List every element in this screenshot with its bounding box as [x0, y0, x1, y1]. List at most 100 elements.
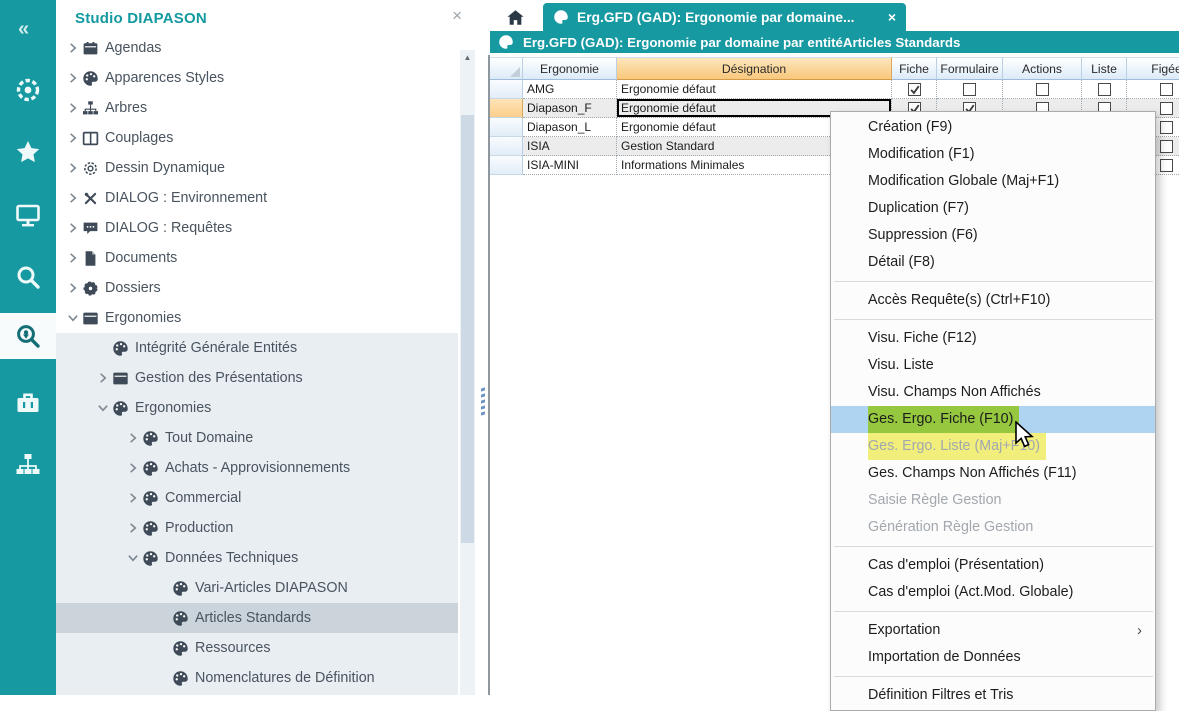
rail-item-favorites[interactable]	[0, 132, 56, 172]
cell-ergonomie[interactable]: ISIA-MINI	[523, 156, 617, 175]
rail-item-screens[interactable]	[0, 195, 56, 235]
tree-item-tout-domaine[interactable]: Tout Domaine	[56, 423, 458, 453]
rail-item-apparences[interactable]	[0, 70, 56, 110]
menu-item-modification-f1[interactable]: Modification (F1)	[831, 141, 1155, 168]
checkbox-unchecked-icon[interactable]	[1160, 159, 1173, 172]
row-header-cell[interactable]	[490, 118, 523, 137]
menu-item-acc-s-requ-te-s-ctrl-f10[interactable]: Accès Requête(s) (Ctrl+F10)	[831, 287, 1155, 314]
menu-item-d-finition-filtres-et-tris[interactable]: Définition Filtres et Tris	[831, 682, 1155, 709]
chevron-down-icon[interactable]	[94, 400, 112, 416]
menu-item-exportation[interactable]: Exportation›	[831, 617, 1155, 644]
close-icon[interactable]: ×	[452, 6, 462, 26]
tab-ergonomie-document[interactable]: Erg.GFD (GAD): Ergonomie par domaine... …	[543, 3, 906, 31]
checkbox-checked-icon[interactable]	[908, 83, 921, 96]
tree-item-production[interactable]: Production	[56, 513, 458, 543]
menu-item-suppression-f6[interactable]: Suppression (F6)	[831, 222, 1155, 249]
select-all-corner-cell[interactable]	[490, 57, 523, 80]
menu-item-modification-globale-maj-f1[interactable]: Modification Globale (Maj+F1)	[831, 168, 1155, 195]
chevron-right-icon[interactable]	[64, 250, 82, 266]
checkbox-unchecked-icon[interactable]	[1160, 83, 1173, 96]
menu-item-visu-champs-non-affich-s[interactable]: Visu. Champs Non Affichés	[831, 379, 1155, 406]
panel-splitter[interactable]	[478, 55, 490, 695]
rail-item-explorer[interactable]	[0, 313, 56, 359]
row-header-cell[interactable]	[490, 99, 523, 118]
chevron-down-icon[interactable]	[64, 310, 82, 326]
column-header-désignation[interactable]: Désignation	[617, 57, 892, 80]
menu-item-importation-de-donn-es[interactable]: Importation de Données	[831, 644, 1155, 671]
chevron-right-icon[interactable]	[64, 160, 82, 176]
row-header-cell[interactable]	[490, 156, 523, 175]
column-header-liste[interactable]: Liste	[1082, 57, 1127, 80]
chevron-right-icon[interactable]	[124, 460, 142, 476]
menu-item-d-tail-f8[interactable]: Détail (F8)	[831, 249, 1155, 276]
tree-item-int-grit-g-n-rale-entit-s[interactable]: Intégrité Générale Entités	[56, 333, 458, 363]
menu-item-cr-ation-f9[interactable]: Création (F9)	[831, 114, 1155, 141]
column-header-formulaire[interactable]: Formulaire	[937, 57, 1003, 80]
chevron-right-icon[interactable]	[64, 280, 82, 296]
tab-home[interactable]	[490, 3, 540, 31]
tree-item-ergonomies[interactable]: Ergonomies	[56, 303, 458, 333]
cell-designation[interactable]: Ergonomie défaut	[617, 80, 892, 99]
chevron-right-icon[interactable]	[124, 520, 142, 536]
rail-item-hierarchy[interactable]	[0, 445, 56, 485]
tree-item-agendas[interactable]: Agendas	[56, 42, 458, 63]
rail-item-search[interactable]	[0, 257, 56, 297]
tree-item-dossiers[interactable]: Dossiers	[56, 273, 458, 303]
tree-item-couplages[interactable]: Couplages	[56, 123, 458, 153]
chevron-right-icon[interactable]	[64, 190, 82, 206]
checkbox-unchecked-icon[interactable]	[1160, 121, 1173, 134]
tab-close-icon[interactable]: ×	[888, 9, 896, 25]
scroll-up-icon[interactable]: ▲	[460, 53, 475, 62]
chevron-right-icon[interactable]	[94, 370, 112, 386]
menu-item-visu-fiche-f12[interactable]: Visu. Fiche (F12)	[831, 325, 1155, 352]
tree-scrollbar[interactable]: ▲	[460, 50, 475, 695]
tree-item-achats-approvisionnements[interactable]: Achats - Approvisionnements	[56, 453, 458, 483]
checkbox-unchecked-icon[interactable]	[963, 83, 976, 96]
menu-item-duplication-f7[interactable]: Duplication (F7)	[831, 195, 1155, 222]
tree-item-donn-es-techniques[interactable]: Données Techniques	[56, 543, 458, 573]
cell-ergonomie[interactable]: Diapason_L	[523, 118, 617, 137]
menu-item-cas-d-emploi-act-mod-globale[interactable]: Cas d'emploi (Act.Mod. Globale)	[831, 579, 1155, 606]
tree-item-gestion-des-pr-sentations[interactable]: Gestion des Présentations	[56, 363, 458, 393]
tree-item-arbres[interactable]: Arbres	[56, 93, 458, 123]
chevron-down-icon[interactable]	[124, 550, 142, 566]
chevron-right-icon[interactable]	[124, 430, 142, 446]
tree-item-nomenclatures-de-d-finition[interactable]: Nomenclatures de Définition	[56, 663, 458, 693]
tree-item-ressources[interactable]: Ressources	[56, 633, 458, 663]
chevron-right-icon[interactable]	[64, 100, 82, 116]
cell-ergonomie[interactable]: AMG	[523, 80, 617, 99]
rail-item-briefcase[interactable]	[0, 383, 56, 423]
tree-item-dialog-environnement[interactable]: DIALOG : Environnement	[56, 183, 458, 213]
column-header-actions[interactable]: Actions	[1003, 57, 1082, 80]
scrollbar-thumb[interactable]	[461, 115, 474, 543]
row-header-cell[interactable]	[490, 137, 523, 156]
tree-item-commercial[interactable]: Commercial	[56, 483, 458, 513]
chevron-right-icon[interactable]	[64, 130, 82, 146]
tree-item-documents[interactable]: Documents	[56, 243, 458, 273]
splitter-grip-icon[interactable]	[481, 388, 485, 415]
chevron-right-icon[interactable]	[64, 220, 82, 236]
tree-item-dialog-requ-tes[interactable]: DIALOG : Requêtes	[56, 213, 458, 243]
checkbox-unchecked-icon[interactable]	[1036, 83, 1049, 96]
tree-item-dessin-dynamique[interactable]: Dessin Dynamique	[56, 153, 458, 183]
cell-ergonomie[interactable]: Diapason_F	[523, 99, 617, 118]
menu-item-visu-liste[interactable]: Visu. Liste	[831, 352, 1155, 379]
cell-ergonomie[interactable]: ISIA	[523, 137, 617, 156]
tree-item-articles-standards[interactable]: Articles Standards	[56, 603, 458, 633]
checkbox-unchecked-icon[interactable]	[1098, 83, 1111, 96]
checkbox-unchecked-icon[interactable]	[1160, 102, 1173, 115]
chevron-right-icon[interactable]	[64, 70, 82, 86]
menu-item-cas-d-emploi-pr-sentation[interactable]: Cas d'emploi (Présentation)	[831, 552, 1155, 579]
tree-item-vari-articles-diapason[interactable]: Vari-Articles DIAPASON	[56, 573, 458, 603]
checkbox-unchecked-icon[interactable]	[1160, 140, 1173, 153]
tree-item-apparences-styles[interactable]: Apparences Styles	[56, 63, 458, 93]
tree-item-ergonomies[interactable]: Ergonomies	[56, 393, 458, 423]
column-header-figée[interactable]: Figée	[1127, 57, 1179, 80]
collapse-panel-button[interactable]: «	[0, 8, 56, 48]
column-header-ergonomie[interactable]: Ergonomie	[523, 57, 617, 80]
chevron-right-icon[interactable]	[124, 490, 142, 506]
menu-item-ges-champs-non-affich-s-f11[interactable]: Ges. Champs Non Affichés (F11)	[831, 460, 1155, 487]
table-row-amg[interactable]: AMGErgonomie défaut	[490, 80, 1179, 99]
column-header-fiche[interactable]: Fiche	[892, 57, 937, 80]
row-header-cell[interactable]	[490, 80, 523, 99]
